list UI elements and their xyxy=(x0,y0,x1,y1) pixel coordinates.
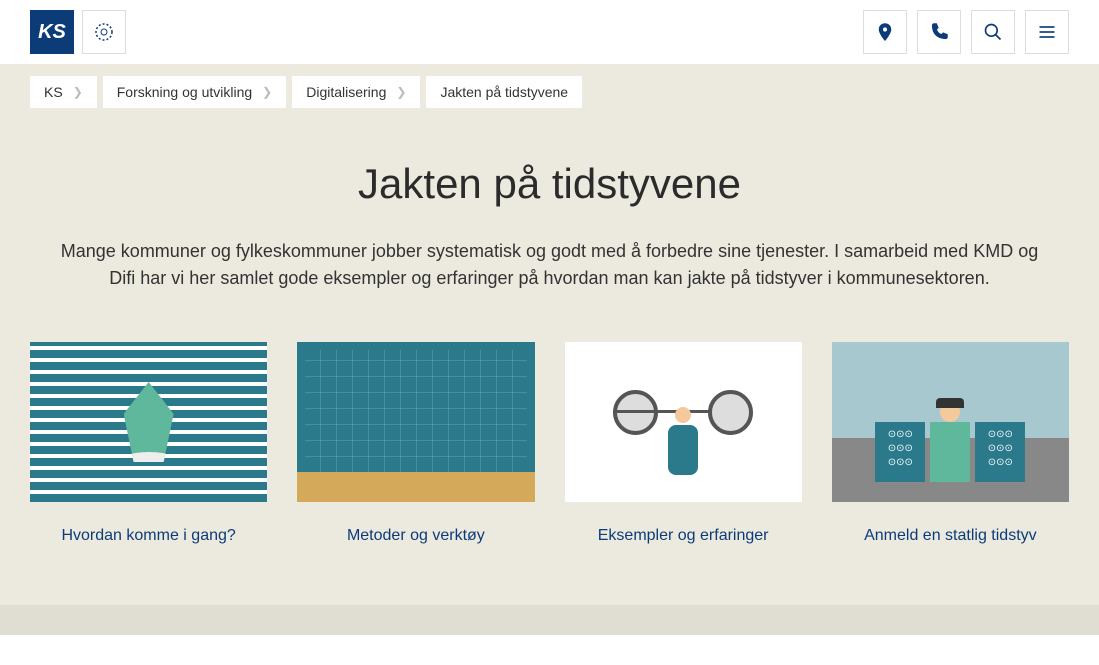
breadcrumb-label: Jakten på tidstyvene xyxy=(440,84,568,100)
card-image-thief xyxy=(832,342,1069,502)
hamburger-icon xyxy=(1037,22,1057,42)
chevron-right-icon: ❯ xyxy=(396,85,406,99)
page-intro: Mange kommuner og fylkeskommuner jobber … xyxy=(60,238,1040,292)
logo-area: KS xyxy=(30,10,126,54)
logo-secondary[interactable] xyxy=(82,10,126,54)
header-actions xyxy=(863,10,1069,54)
breadcrumb-bar: KS ❯ Forskning og utvikling ❯ Digitaliseri… xyxy=(0,64,1099,120)
breadcrumb-item-current: Jakten på tidstyvene xyxy=(426,76,582,108)
barbell-icon xyxy=(668,370,698,475)
card-label: Eksempler og erfaringer xyxy=(565,527,802,545)
menu-button[interactable] xyxy=(1025,10,1069,54)
chevron-right-icon: ❯ xyxy=(262,85,272,99)
footer-bar xyxy=(0,605,1099,635)
card-label: Hvordan komme i gang? xyxy=(30,527,267,545)
phone-button[interactable] xyxy=(917,10,961,54)
card-label: Metoder og verktøy xyxy=(297,527,534,545)
card-label: Anmeld en statlig tidstyv xyxy=(832,527,1069,545)
site-header: KS xyxy=(0,0,1099,64)
page-title: Jakten på tidstyvene xyxy=(30,160,1069,208)
card-get-started[interactable]: Hvordan komme i gang? xyxy=(30,342,267,545)
breadcrumb-item-ks[interactable]: KS ❯ xyxy=(30,76,97,108)
card-image-strongman xyxy=(565,342,802,502)
search-icon xyxy=(983,22,1003,42)
sun-circle-icon xyxy=(92,20,116,44)
main-content: Jakten på tidstyvene Mange kommuner og f… xyxy=(0,120,1099,605)
breadcrumb-label: Digitalisering xyxy=(306,84,386,100)
location-button[interactable] xyxy=(863,10,907,54)
breadcrumb-label: Forskning og utvikling xyxy=(117,84,252,100)
card-grid: Hvordan komme i gang? Metoder og verktøy… xyxy=(30,342,1069,545)
card-examples[interactable]: Eksempler og erfaringer xyxy=(565,342,802,545)
rocket-icon xyxy=(124,382,174,462)
breadcrumb-item-forskning[interactable]: Forskning og utvikling ❯ xyxy=(103,76,286,108)
breadcrumb-label: KS xyxy=(44,84,63,100)
breadcrumb-item-digitalisering[interactable]: Digitalisering ❯ xyxy=(292,76,420,108)
chevron-right-icon: ❯ xyxy=(73,85,83,99)
card-image-maze-rocket xyxy=(30,342,267,502)
location-pin-icon xyxy=(875,22,895,42)
phone-icon xyxy=(929,22,949,42)
search-button[interactable] xyxy=(971,10,1015,54)
thief-icon xyxy=(920,402,980,502)
card-methods-tools[interactable]: Metoder og verktøy xyxy=(297,342,534,545)
card-report-thief[interactable]: Anmeld en statlig tidstyv xyxy=(832,342,1069,545)
card-image-tools xyxy=(297,342,534,502)
logo-ks[interactable]: KS xyxy=(30,10,74,54)
breadcrumb: KS ❯ Forskning og utvikling ❯ Digitaliseri… xyxy=(30,76,1069,108)
